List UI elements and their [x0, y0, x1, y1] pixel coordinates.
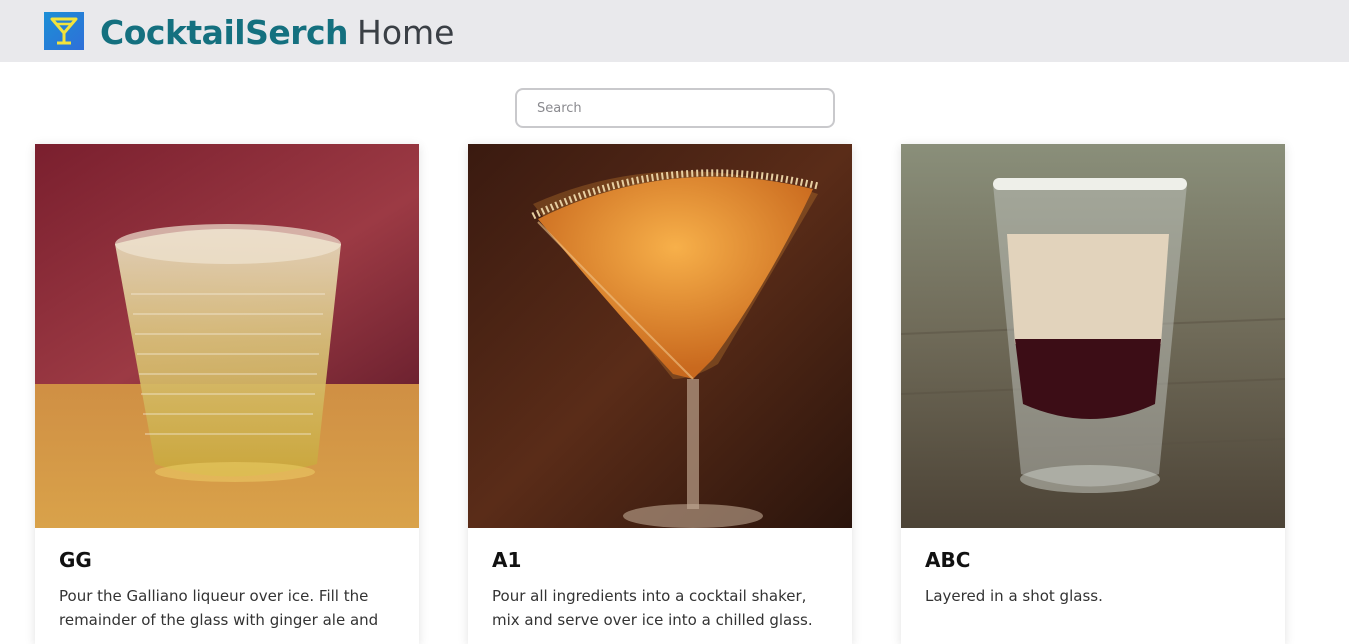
card-description: Pour the Galliano liqueur over ice. Fill… [59, 587, 379, 629]
cocktail-glass-icon[interactable] [44, 12, 84, 50]
rocks-glass-drink-photo [35, 144, 419, 528]
navbar: CocktailSerch Home [0, 0, 1349, 62]
home-link[interactable]: Home [357, 11, 454, 55]
card-title: GG [59, 548, 92, 572]
brand-title[interactable]: CocktailSerch [100, 11, 349, 55]
card-description: Layered in a shot glass. [925, 587, 1103, 605]
card-title: A1 [492, 548, 522, 572]
search-input[interactable] [515, 88, 835, 128]
cocktail-card[interactable]: GG Pour the Galliano liqueur over ice. F… [35, 144, 419, 644]
martini-glass-drink-photo [468, 144, 852, 528]
card-description: Pour all ingredients into a cocktail sha… [492, 587, 813, 629]
cocktail-card[interactable]: ABC Layered in a shot glass. [901, 144, 1285, 644]
card-title: ABC [925, 548, 971, 572]
layered-shot-glass-photo [901, 144, 1285, 528]
cocktail-card[interactable]: A1 Pour all ingredients into a cocktail … [468, 144, 852, 644]
